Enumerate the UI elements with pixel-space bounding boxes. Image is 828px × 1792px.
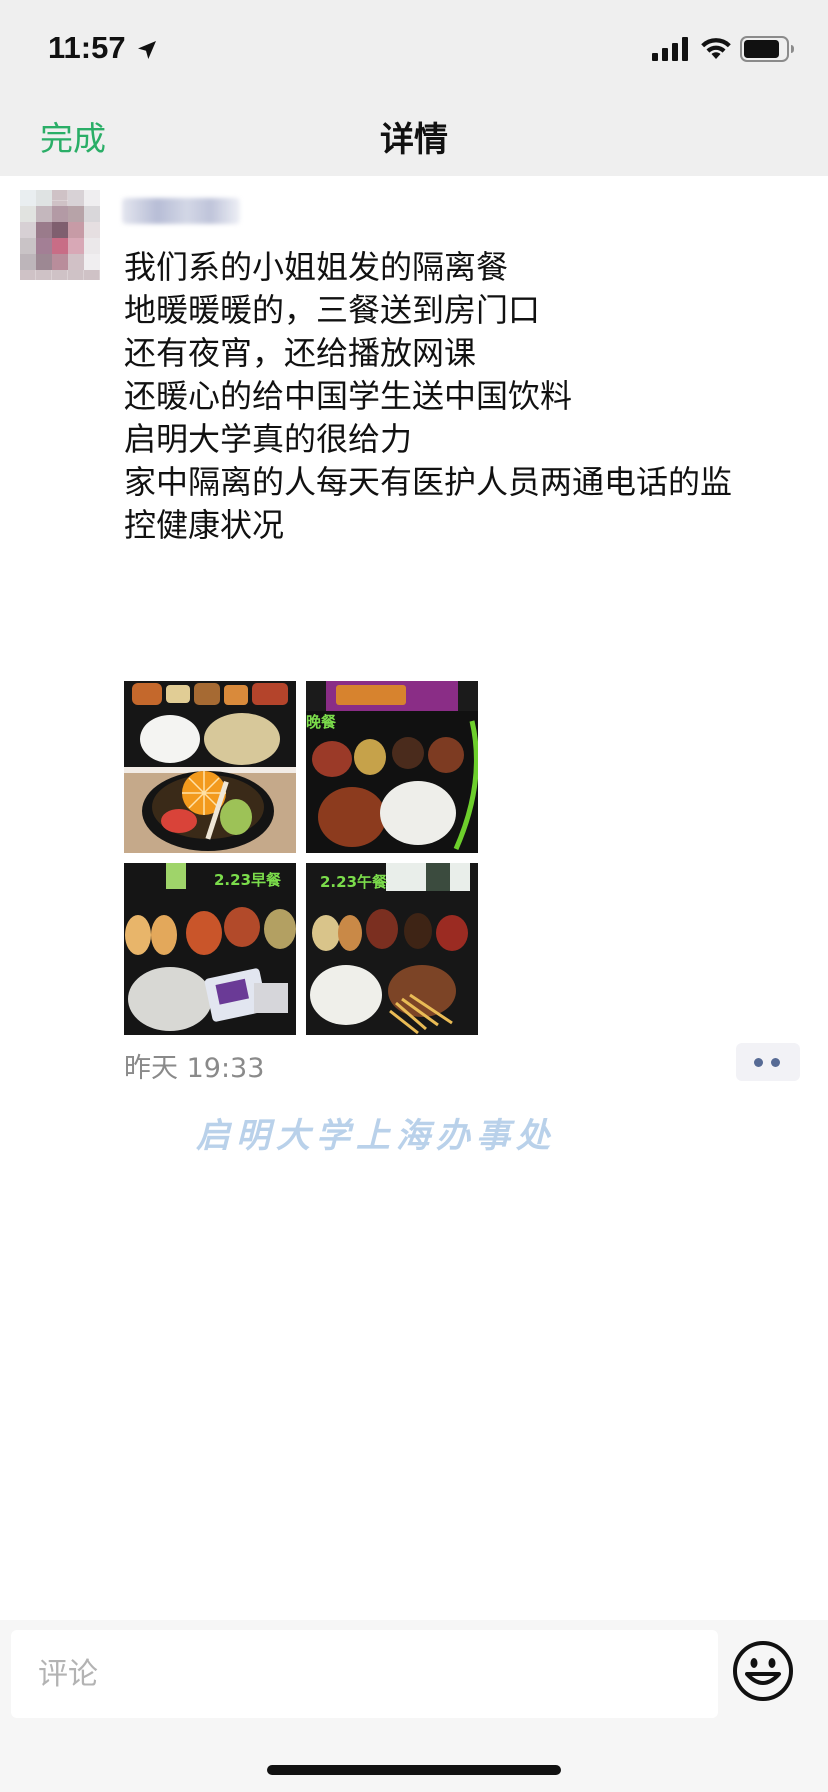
photo-3[interactable]: 2.23早餐	[124, 863, 296, 1035]
page-title: 详情	[380, 120, 448, 160]
photo-caption: 晚餐	[306, 713, 337, 731]
status-time: 11:57	[48, 30, 126, 65]
wifi-icon	[701, 38, 731, 59]
author-name-blurred[interactable]	[122, 198, 240, 224]
post-line: 控健康状况	[124, 506, 285, 544]
post-text: 我们系的小姐姐发的隔离餐 地暖暖暖的，三餐送到房门口 还有夜宵，还给播放网课 还…	[124, 246, 804, 547]
meal-photo-image	[124, 681, 296, 853]
post-timestamp: 昨天 19:33	[124, 1053, 265, 1084]
home-indicator	[267, 1765, 561, 1775]
post-line: 我们系的小姐姐发的隔离餐	[124, 248, 509, 286]
done-button[interactable]: 完成	[40, 112, 106, 160]
cellular-signal-icon	[652, 37, 688, 61]
photo-2[interactable]: 晚餐	[306, 681, 478, 853]
photo-4[interactable]: 2.23午餐	[306, 863, 478, 1035]
meal-photo-image	[306, 681, 478, 853]
post-line: 家中隔离的人每天有医护人员两通电话的监	[124, 463, 733, 501]
photo-caption: 2.23早餐	[214, 871, 282, 889]
photo-caption: 2.23午餐	[320, 873, 388, 891]
post-line: 地暖暖暖的，三餐送到房门口	[124, 291, 541, 329]
post-line: 启明大学真的很给力	[124, 420, 413, 458]
watermark: 启明大学上海办事处	[196, 1116, 556, 1156]
comment-input[interactable]	[11, 1630, 718, 1718]
more-dots-icon	[771, 1058, 780, 1067]
more-dots-icon	[754, 1058, 763, 1067]
more-button[interactable]	[736, 1043, 800, 1081]
emoji-smiley-icon[interactable]	[732, 1640, 794, 1702]
battery-icon	[740, 36, 794, 62]
avatar[interactable]	[20, 190, 100, 280]
nav-bar: 详情 完成	[0, 100, 828, 176]
comment-bar	[0, 1620, 828, 1792]
top-area: 11:57 详情 完成	[0, 0, 828, 176]
location-arrow-icon	[138, 41, 156, 59]
status-bar: 11:57	[0, 0, 828, 100]
photo-1[interactable]	[124, 681, 296, 853]
post-line: 还暖心的给中国学生送中国饮料	[124, 377, 573, 415]
post-line: 还有夜宵，还给播放网课	[124, 334, 477, 372]
